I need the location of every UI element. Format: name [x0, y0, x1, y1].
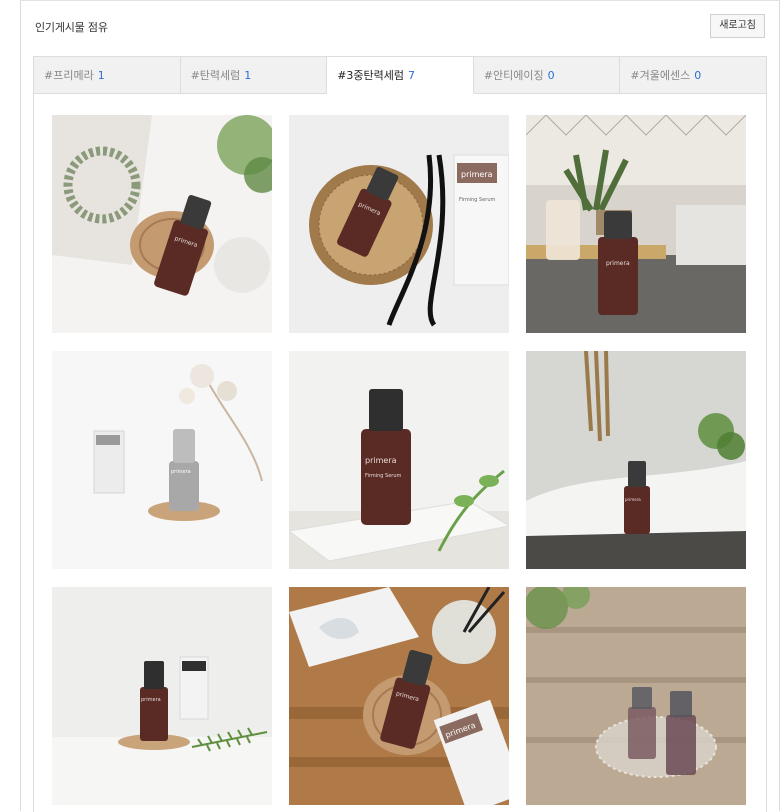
refresh-button[interactable]: 새로고침 [710, 14, 765, 38]
tab-firming-serum[interactable]: #탄력세럼 1 [180, 57, 328, 94]
tab-winter-essence[interactable]: #겨울에센스 0 [620, 57, 766, 94]
post-image: primera [52, 351, 272, 569]
tab-label: #3중탄력세럼 [337, 69, 405, 82]
tab-anti-aging[interactable]: #안티에이징 0 [473, 57, 621, 94]
tab-count: 0 [547, 68, 555, 82]
popular-posts-panel: 인기게시물 점유 새로고침 #프리메라 1 #탄력세럼 1 #3중탄력세럼 7 … [20, 0, 780, 812]
post-image [526, 587, 746, 805]
post-thumbnail[interactable]: primera [52, 115, 272, 333]
post-thumbnail[interactable]: primera [526, 351, 746, 569]
tab-count: 7 [408, 68, 416, 82]
svg-text:primera: primera [606, 260, 630, 267]
tab-count: 1 [244, 68, 252, 82]
tab-label: #겨울에센스 [630, 69, 691, 82]
post-image: primera Firming Serum primera [289, 115, 509, 333]
post-thumbnail[interactable]: primera primera [289, 587, 509, 805]
svg-text:primera: primera [625, 497, 641, 502]
svg-text:Firming Serum: Firming Serum [459, 197, 496, 203]
post-thumbnail[interactable]: primera [52, 351, 272, 569]
post-image: primera [52, 115, 272, 333]
post-image: primera Firming Serum [289, 351, 509, 569]
post-image: primera [526, 115, 746, 333]
svg-text:Firming Serum: Firming Serum [365, 473, 402, 479]
post-thumbnail[interactable]: primera Firming Serum [289, 351, 509, 569]
tab-content: primera primera Firming Serum primera pr… [33, 93, 767, 812]
tab-label: #탄력세럼 [190, 69, 241, 82]
post-thumbnail[interactable]: primera [52, 587, 272, 805]
post-grid: primera primera Firming Serum primera pr… [52, 115, 748, 805]
post-image: primera primera [289, 587, 509, 805]
svg-text:primera: primera [171, 469, 191, 475]
tab-primera[interactable]: #프리메라 1 [34, 57, 181, 94]
svg-text:primera: primera [461, 170, 493, 179]
post-image: primera [52, 587, 272, 805]
hashtag-tabs: #프리메라 1 #탄력세럼 1 #3중탄력세럼 7 #안티에이징 0 #겨울에센… [33, 56, 767, 94]
tab-label: #안티에이징 [483, 69, 544, 82]
tab-triple-firming-serum[interactable]: #3중탄력세럼 7 [327, 57, 474, 94]
svg-text:primera: primera [141, 697, 161, 703]
post-thumbnail[interactable]: primera Firming Serum primera [289, 115, 509, 333]
svg-text:primera: primera [365, 456, 397, 465]
tab-count: 0 [694, 68, 702, 82]
post-image: primera [526, 351, 746, 569]
post-thumbnail[interactable] [526, 587, 746, 805]
post-thumbnail[interactable]: primera [526, 115, 746, 333]
tab-label: #프리메라 [44, 69, 94, 82]
panel-title: 인기게시물 점유 [35, 21, 108, 34]
tab-count: 1 [97, 68, 105, 82]
